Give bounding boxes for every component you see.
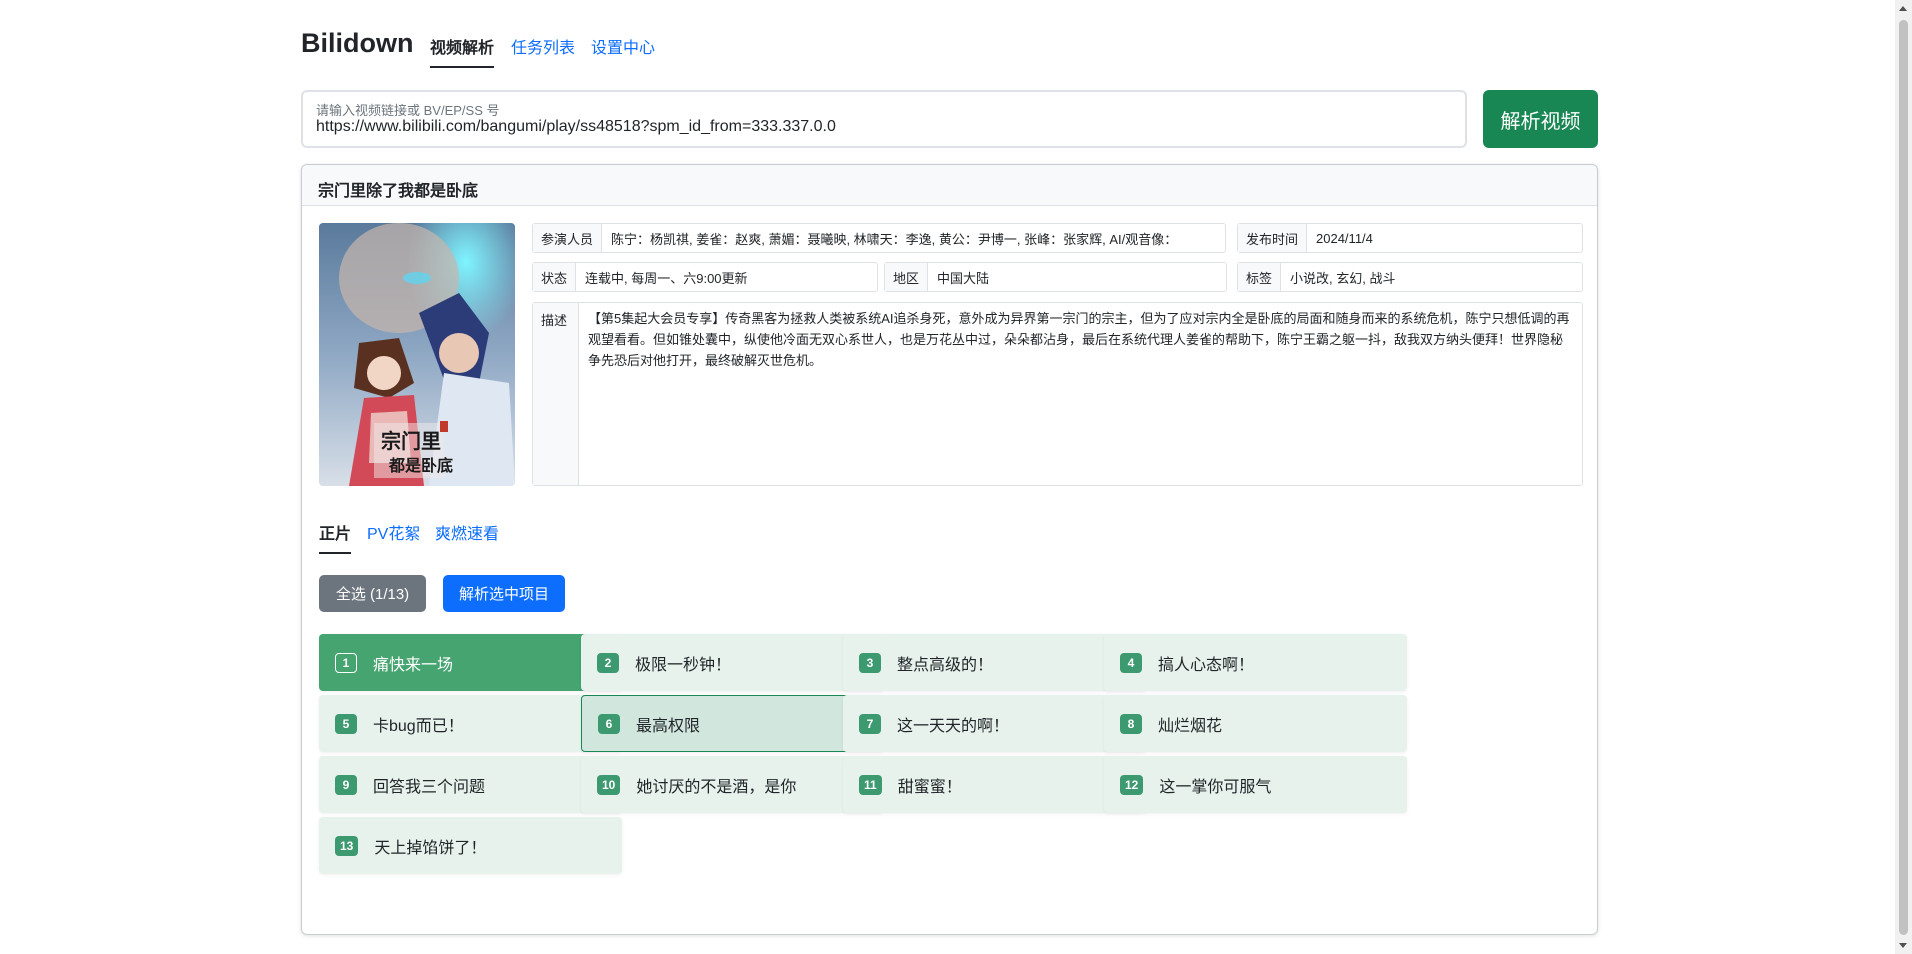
episode-item[interactable]: 3 整点高级的！ — [843, 634, 1146, 691]
parse-selected-button[interactable]: 解析选中项目 — [443, 575, 565, 612]
tab-main-episodes[interactable]: 正片 — [319, 520, 352, 554]
episode-title: 灿烂烟花 — [1158, 717, 1223, 735]
episode-item[interactable]: 10 她讨厌的不是酒，是你 — [581, 756, 884, 813]
episode-title: 她讨厌的不是酒，是你 — [636, 778, 797, 796]
select-all-button[interactable]: 全选 (1/13) — [319, 575, 426, 612]
scrollbar[interactable] — [1895, 0, 1912, 954]
episode-item[interactable]: 1 痛快来一场 — [319, 634, 622, 691]
tab-task-list[interactable]: 任务列表 — [511, 34, 575, 58]
tags-row: 标签 小说改, 玄幻, 战斗 — [1237, 262, 1583, 292]
episode-number-badge: 9 — [335, 774, 357, 795]
status-label: 状态 — [533, 263, 577, 291]
release-date-value: 2024/11/4 — [1316, 230, 1373, 246]
episode-item[interactable]: 8 灿烂烟花 — [1104, 695, 1407, 752]
episode-item[interactable]: 6 最高权限 — [581, 695, 884, 752]
episode-number-badge: 2 — [597, 652, 619, 673]
episode-number-badge: 6 — [598, 713, 620, 734]
episode-item[interactable]: 12 这一掌你可服气 — [1104, 756, 1407, 813]
cast-value: 陈宁：杨凯祺, 姜雀：赵爽, 萧媚：聂曦映, 林啸天：李逸, 黄公：尹博一, 张… — [611, 231, 1178, 247]
episode-item[interactable]: 7 这一天天的啊！ — [843, 695, 1146, 752]
top-nav: Bilidown 视频解析 任务列表 设置中心 — [301, 0, 1598, 68]
tab-quick-watch[interactable]: 爽燃速看 — [435, 520, 499, 544]
cast-label: 参演人员 — [533, 224, 603, 252]
region-row: 地区 中国大陆 — [884, 262, 1227, 292]
parse-video-button[interactable]: 解析视频 — [1483, 90, 1598, 148]
episode-number-badge: 3 — [859, 652, 881, 673]
episode-title: 整点高级的！ — [897, 656, 994, 674]
description-row: 描述 【第5集起大会员专享】传奇黑客为拯救人类被系统AI追杀身死，意外成为异界第… — [532, 302, 1583, 486]
poster-image: 宗门里 都是卧底 — [319, 223, 515, 486]
svg-text:都是卧底: 都是卧底 — [388, 456, 453, 475]
episode-title: 极限一秒钟！ — [635, 656, 732, 674]
result-card: 宗门里除了我都是卧底 宗门里 都是卧底 参演人员 陈宁：杨凯祺, 姜雀：赵爽, … — [301, 164, 1598, 935]
episode-title: 痛快来一场 — [373, 656, 454, 674]
episode-title: 这一掌你可服气 — [1159, 778, 1272, 796]
episode-item[interactable]: 4 搞人心态啊！ — [1104, 634, 1407, 691]
episode-title: 回答我三个问题 — [373, 778, 486, 796]
tab-settings[interactable]: 设置中心 — [591, 34, 655, 58]
episode-number-badge: 8 — [1120, 713, 1142, 734]
region-label: 地区 — [885, 263, 929, 291]
episode-title: 最高权限 — [636, 717, 701, 735]
episode-item[interactable]: 9 回答我三个问题 — [319, 756, 622, 813]
scroll-down-arrow-icon[interactable] — [1899, 943, 1907, 948]
scroll-thumb[interactable] — [1899, 20, 1908, 935]
tab-pv-extras[interactable]: PV花絮 — [367, 520, 420, 544]
scroll-up-arrow-icon[interactable] — [1899, 6, 1907, 11]
episode-number-badge: 7 — [859, 713, 881, 734]
url-input[interactable]: 请输入视频链接或 BV/EP/SS 号 https://www.bilibili… — [301, 90, 1467, 148]
episode-item[interactable]: 11 甜蜜蜜！ — [843, 756, 1146, 813]
card-title: 宗门里除了我都是卧底 — [302, 165, 1597, 206]
release-date-label: 发布时间 — [1238, 224, 1308, 252]
episode-number-badge: 4 — [1120, 652, 1142, 673]
description-value: 【第5集起大会员专享】传奇黑客为拯救人类被系统AI追杀身死，意外成为异界第一宗门… — [588, 311, 1570, 368]
episode-item[interactable]: 13 天上掉馅饼了！ — [319, 817, 622, 874]
episode-title: 搞人心态啊！ — [1158, 656, 1255, 674]
episode-title: 卡bug而已！ — [373, 717, 464, 735]
episode-number-badge: 11 — [859, 774, 882, 795]
episode-item[interactable]: 5 卡bug而已！ — [319, 695, 622, 752]
url-input-value[interactable]: https://www.bilibili.com/bangumi/play/ss… — [316, 118, 836, 136]
cast-row: 参演人员 陈宁：杨凯祺, 姜雀：赵爽, 萧媚：聂曦映, 林啸天：李逸, 黄公：尹… — [532, 223, 1226, 253]
region-value: 中国大陆 — [937, 270, 990, 286]
episode-number-badge: 12 — [1120, 774, 1144, 795]
release-date-row: 发布时间 2024/11/4 — [1237, 223, 1583, 253]
episode-number-badge: 10 — [597, 774, 621, 795]
url-input-placeholder: 请输入视频链接或 BV/EP/SS 号 — [316, 103, 500, 118]
episode-number-badge: 13 — [335, 835, 359, 856]
description-label: 描述 — [533, 303, 579, 485]
status-value: 连载中, 每周一、六9:00更新 — [585, 270, 748, 286]
episode-title: 这一天天的啊！ — [897, 717, 1010, 735]
brand-logo[interactable]: Bilidown — [301, 28, 413, 59]
episode-title: 甜蜜蜜！ — [897, 778, 962, 796]
episode-number-badge: 1 — [335, 652, 357, 673]
tags-value: 小说改, 玄幻, 战斗 — [1290, 270, 1396, 286]
episode-item[interactable]: 2 极限一秒钟！ — [581, 634, 884, 691]
tab-video-parse[interactable]: 视频解析 — [430, 34, 495, 68]
status-row: 状态 连载中, 每周一、六9:00更新 — [532, 262, 878, 292]
episode-number-badge: 5 — [335, 713, 357, 734]
tags-label: 标签 — [1238, 263, 1282, 291]
episode-title: 天上掉馅饼了！ — [374, 839, 487, 857]
svg-text:宗门里: 宗门里 — [381, 429, 441, 453]
